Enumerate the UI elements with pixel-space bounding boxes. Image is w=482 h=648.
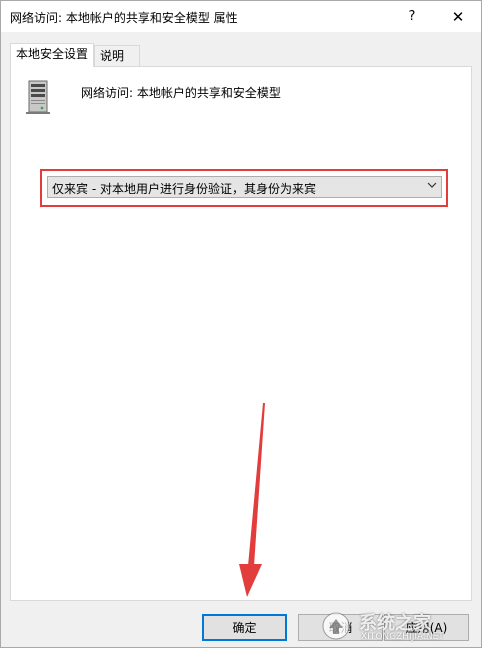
watermark-url: XITONGZHIJIA.NET: [361, 632, 444, 642]
policy-name: 网络访问: 本地帐户的共享和安全模型: [81, 86, 281, 100]
ok-button[interactable]: 确定: [202, 614, 287, 641]
tab-local-security-setting[interactable]: 本地安全设置: [10, 43, 94, 67]
window-title: 网络访问: 本地帐户的共享和安全模型 属性: [10, 11, 238, 25]
watermark-logo-icon: [322, 612, 350, 640]
help-button[interactable]: ?: [389, 1, 435, 32]
chevron-down-icon: [427, 182, 437, 188]
title-bar: 网络访问: 本地帐户的共享和安全模型 属性 ? ✕: [1, 1, 481, 32]
properties-dialog: 网络访问: 本地帐户的共享和安全模型 属性 ? ✕ 本地安全设置 说明 网络访问…: [0, 0, 482, 648]
tab-explain[interactable]: 说明: [94, 45, 140, 66]
sharing-model-dropdown[interactable]: 仅来宾 - 对本地用户进行身份验证，其身份为来宾: [47, 176, 442, 198]
close-button[interactable]: ✕: [435, 1, 481, 32]
red-arrow-annotation: [239, 403, 265, 597]
server-icon: [26, 80, 50, 114]
watermark: 系统之家 XITONGZHIJIA.NET: [319, 607, 479, 647]
dropdown-selected-value: 仅来宾 - 对本地用户进行身份验证，其身份为来宾: [52, 182, 316, 196]
